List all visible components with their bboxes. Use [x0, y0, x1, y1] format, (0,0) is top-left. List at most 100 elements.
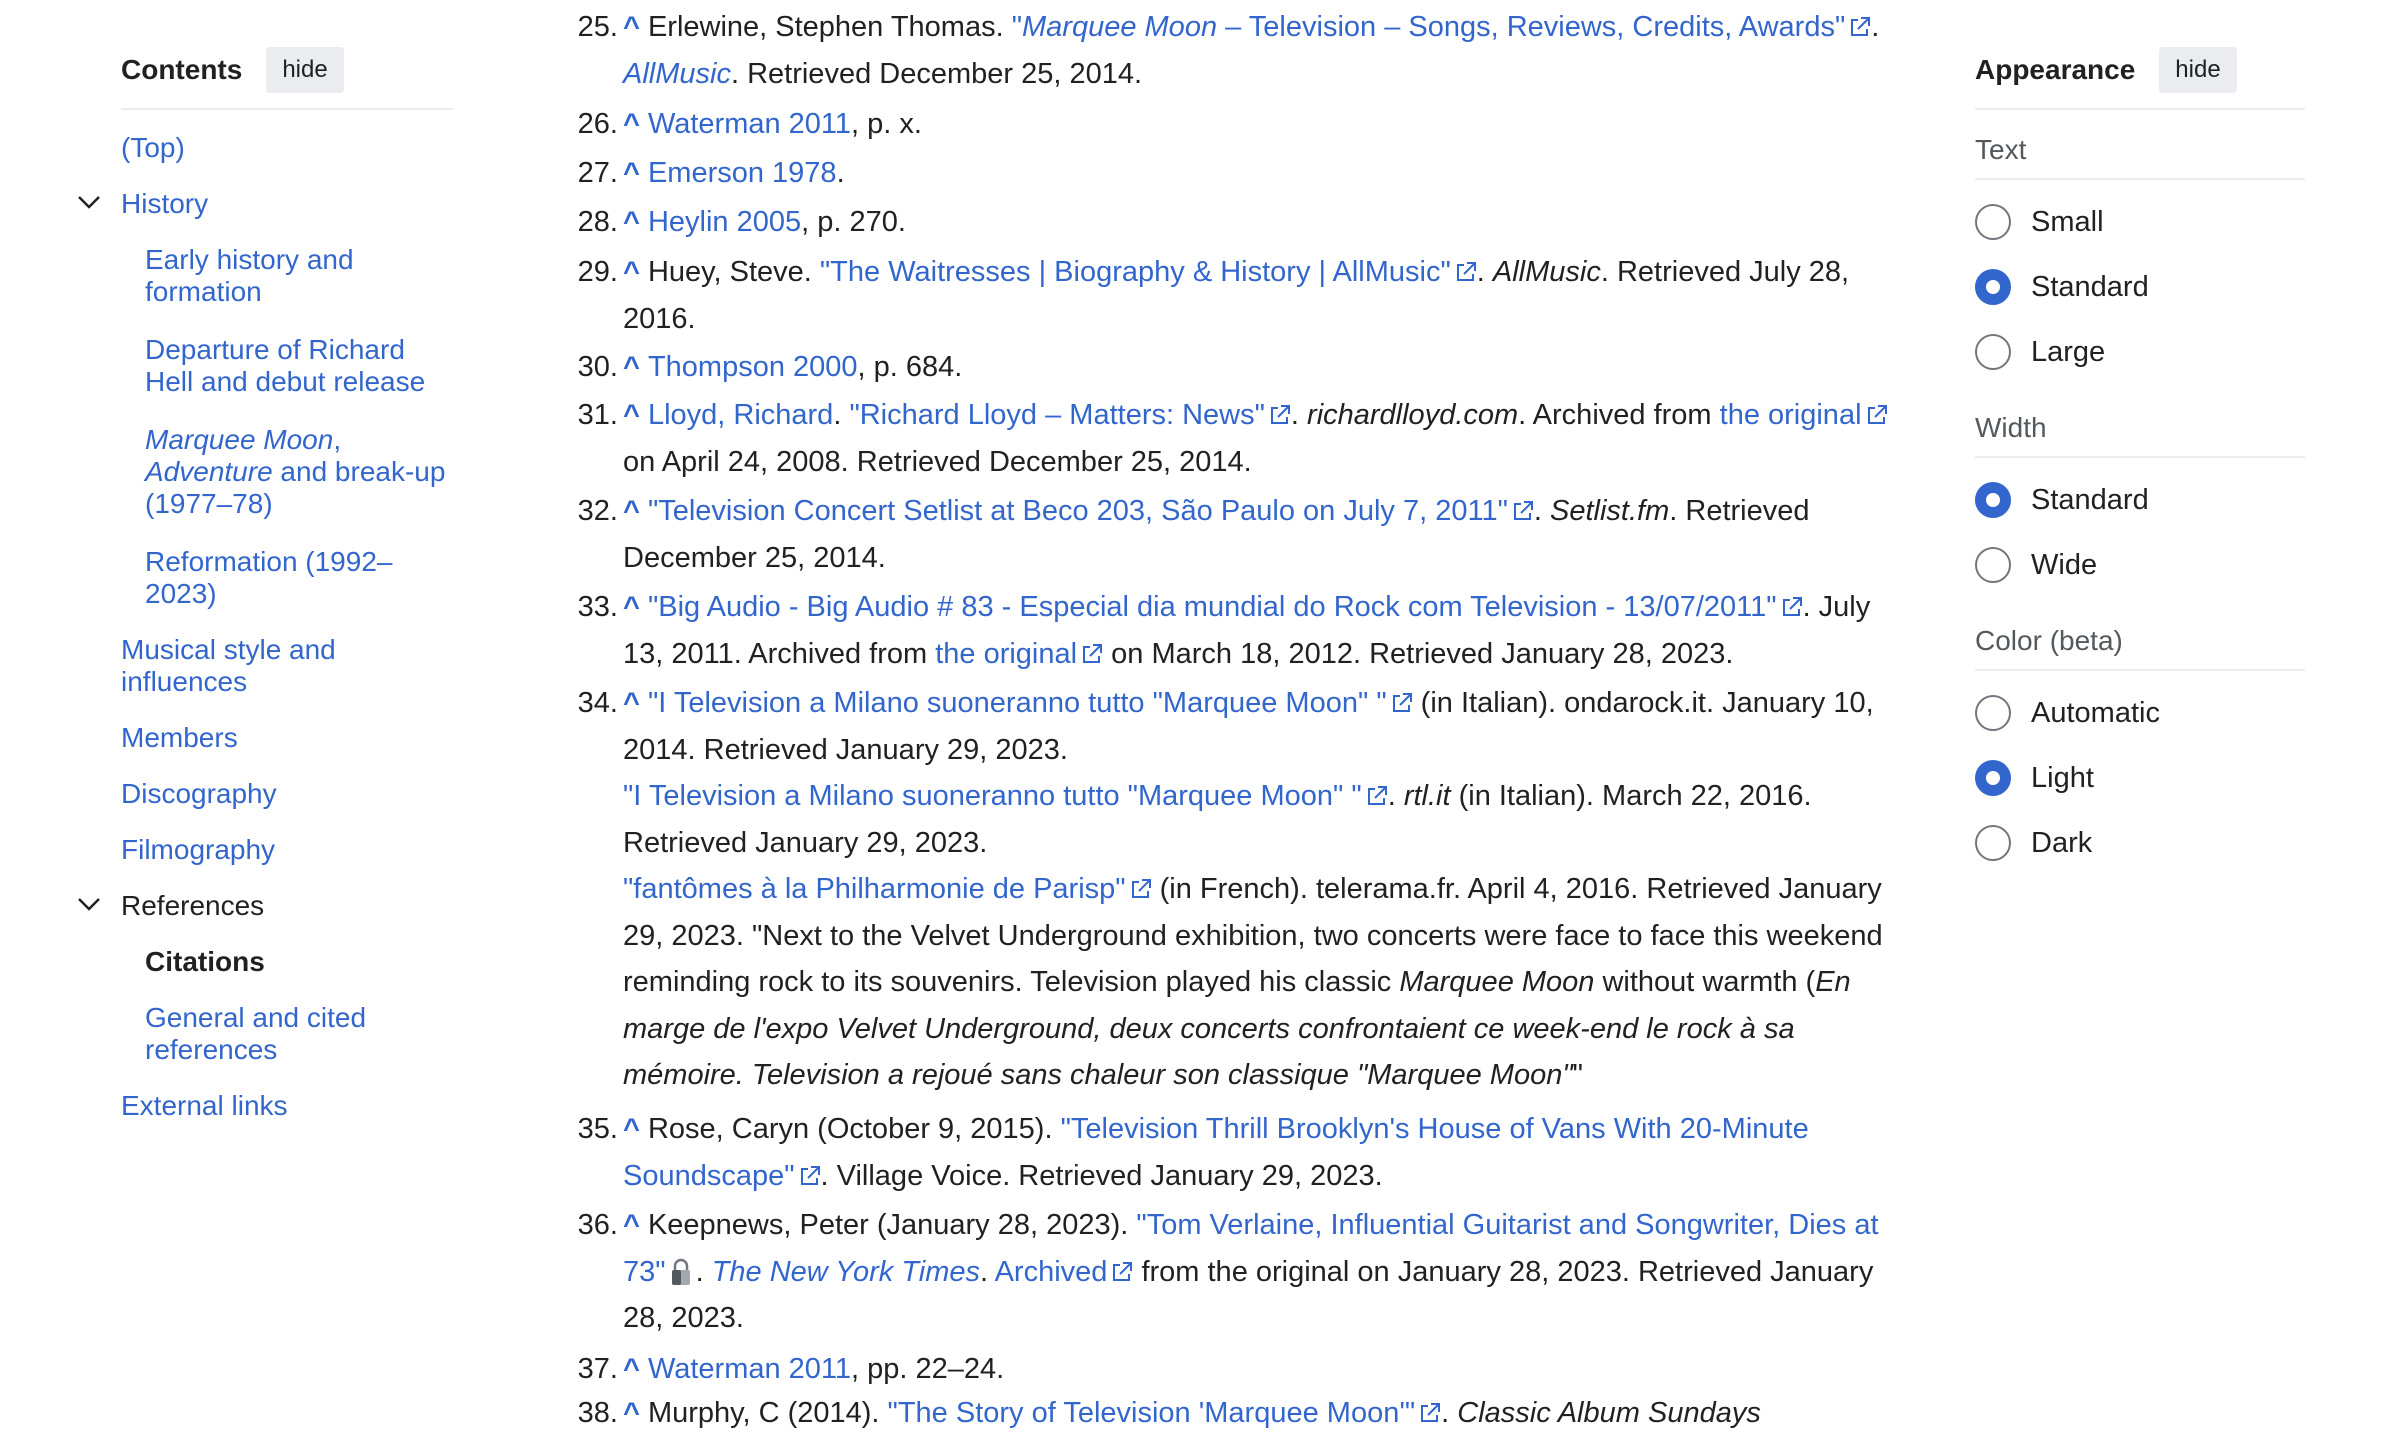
backlink-caret[interactable]: ^: [623, 591, 640, 623]
toc-item-citations[interactable]: Citations: [145, 946, 455, 978]
ref-text: , p. x.: [851, 108, 922, 140]
ref-link[interactable]: the original: [1720, 399, 1862, 431]
reference-item: 34. ^ "I Television a Milano suoneranno t…: [550, 680, 1890, 1099]
ref-link[interactable]: "Big Audio - Big Audio # 83 - Especial d…: [648, 591, 1777, 623]
ref-text: .: [1476, 256, 1493, 288]
ref-text: Rose, Caryn (October 9, 2015).: [647, 1113, 1061, 1145]
text-size-large-option[interactable]: Large: [1975, 334, 2105, 370]
ref-text: richardlloyd.com: [1307, 399, 1519, 431]
toc-item-members[interactable]: Members: [121, 722, 451, 754]
ref-link[interactable]: "fantômes à la Philharmonie de Parisp": [623, 873, 1126, 905]
toc-item-general-references[interactable]: General and cited references: [145, 1002, 455, 1066]
reference-item: 33. ^ "Big Audio - Big Audio # 83 - Espec…: [550, 584, 1890, 677]
external-link-icon: [1392, 693, 1412, 712]
ref-link[interactable]: "Marquee Moon – Television – Songs, Revi…: [1012, 11, 1846, 43]
reference-number: 33.: [577, 591, 618, 623]
backlink-caret[interactable]: ^: [623, 1209, 640, 1241]
ref-text: on April 24, 2008. Retrieved December 25…: [623, 445, 1252, 478]
radio-button[interactable]: [1975, 695, 2011, 731]
table-of-contents: Contents hide (Top) History Early histor…: [78, 46, 453, 1121]
ref-link[interactable]: "Television Concert Setlist at Beco 203,…: [648, 495, 1508, 527]
ref-link-part: Marquee Moon: [1022, 11, 1218, 43]
text-size-standard-option[interactable]: Standard: [1975, 269, 2149, 305]
backlink-caret[interactable]: ^: [623, 256, 640, 288]
backlink-caret[interactable]: ^: [623, 206, 640, 238]
backlink-caret[interactable]: ^: [623, 495, 640, 527]
toc-item-reformation[interactable]: Reformation (1992–2023): [145, 546, 455, 610]
toc-item-musical-style[interactable]: Musical style and influences: [121, 634, 451, 698]
toc-item-marquee-moon-b: ,: [333, 424, 342, 455]
width-standard-option[interactable]: Standard: [1975, 482, 2149, 518]
color-light-option[interactable]: Light: [1975, 760, 2094, 796]
reference-number: 35.: [577, 1113, 618, 1145]
ref-link[interactable]: Archived: [995, 1256, 1108, 1288]
ref-link[interactable]: Thompson 2000: [648, 351, 858, 383]
ref-link[interactable]: "Richard Lloyd – Matters: News": [849, 399, 1264, 431]
toc-item-history[interactable]: History: [78, 188, 451, 220]
ref-link[interactable]: Waterman 2011: [648, 108, 851, 140]
backlink-caret[interactable]: ^: [623, 157, 640, 189]
ref-text: .: [1441, 1397, 1458, 1429]
ref-link[interactable]: "I Television a Milano suoneranno tutto …: [648, 687, 1387, 719]
text-size-label: Text: [1975, 134, 2305, 180]
chevron-down-icon[interactable]: [77, 194, 101, 210]
toc-item-departure-richard-hell[interactable]: Departure of Richard Hell and debut rele…: [145, 334, 455, 398]
backlink-caret[interactable]: ^: [623, 108, 640, 140]
backlink-caret[interactable]: ^: [623, 687, 640, 719]
reference-number: 37.: [577, 1353, 618, 1385]
ref-text: ": [1572, 1059, 1583, 1091]
radio-button[interactable]: [1975, 204, 2011, 240]
width-wide-option[interactable]: Wide: [1975, 547, 2097, 583]
radio-button-checked[interactable]: [1975, 760, 2011, 796]
external-link-icon: [1851, 17, 1871, 36]
backlink-caret[interactable]: ^: [623, 351, 640, 383]
text-size-small-option[interactable]: Small: [1975, 204, 2104, 240]
ref-link[interactable]: The New York Times: [712, 1256, 980, 1288]
radio-button[interactable]: [1975, 547, 2011, 583]
reference-number: 25.: [577, 11, 618, 43]
ref-link[interactable]: Heylin 2005: [648, 206, 801, 238]
external-link-icon: [1421, 1403, 1441, 1422]
radio-button-checked[interactable]: [1975, 482, 2011, 518]
toc-hide-button[interactable]: hide: [266, 47, 344, 93]
ref-text: , p. 270.: [801, 206, 906, 238]
color-automatic-option[interactable]: Automatic: [1975, 695, 2160, 731]
ref-link[interactable]: AllMusic: [623, 58, 731, 90]
radio-button[interactable]: [1975, 825, 2011, 861]
ref-link[interactable]: "I Television a Milano suoneranno tutto …: [623, 780, 1362, 812]
appearance-hide-button[interactable]: hide: [2159, 47, 2237, 93]
reference-item: 26. ^ Waterman 2011, p. x.: [550, 101, 922, 148]
ref-link[interactable]: Waterman 2011: [648, 1353, 851, 1385]
toc-item-history-label[interactable]: History: [121, 188, 208, 219]
chevron-down-icon[interactable]: [77, 896, 101, 912]
ref-link[interactable]: Lloyd, Richard: [648, 399, 833, 431]
radio-button[interactable]: [1975, 334, 2011, 370]
backlink-caret[interactable]: ^: [623, 1353, 640, 1385]
ref-text: .: [1871, 11, 1880, 43]
backlink-caret[interactable]: ^: [623, 11, 640, 43]
ref-link[interactable]: "The Waitresses | Biography & History | …: [820, 256, 1451, 288]
backlink-caret[interactable]: ^: [623, 1113, 640, 1145]
toc-item-marquee-moon-adventure[interactable]: Marquee Moon, Adventure and break-up (19…: [145, 424, 455, 520]
ref-link[interactable]: Emerson 1978: [648, 157, 837, 189]
toc-item-early-history[interactable]: Early history and formation: [145, 244, 455, 308]
ref-text: Setlist.fm: [1550, 495, 1670, 527]
toc-item-marquee-moon-a: Marquee Moon: [145, 424, 334, 455]
option-label: Automatic: [2031, 696, 2160, 729]
toc-item-marquee-moon-c: Adventure: [145, 456, 273, 487]
ref-link[interactable]: "The Story of Television 'Marquee Moon'": [888, 1397, 1416, 1429]
radio-button-checked[interactable]: [1975, 269, 2011, 305]
reference-number: 32.: [577, 495, 618, 527]
toc-item-references[interactable]: References: [78, 890, 451, 922]
toc-item-top[interactable]: (Top): [121, 132, 451, 164]
toc-item-references-label[interactable]: References: [121, 890, 264, 921]
toc-item-external-links[interactable]: External links: [121, 1090, 451, 1122]
toc-item-filmography[interactable]: Filmography: [121, 834, 451, 866]
reference-number: 26.: [577, 108, 618, 140]
backlink-caret[interactable]: ^: [623, 399, 640, 431]
toc-item-discography[interactable]: Discography: [121, 778, 451, 810]
backlink-caret[interactable]: ^: [623, 1397, 640, 1429]
reference-number: 38.: [577, 1397, 618, 1429]
ref-link[interactable]: the original: [935, 638, 1077, 670]
color-dark-option[interactable]: Dark: [1975, 825, 2092, 861]
